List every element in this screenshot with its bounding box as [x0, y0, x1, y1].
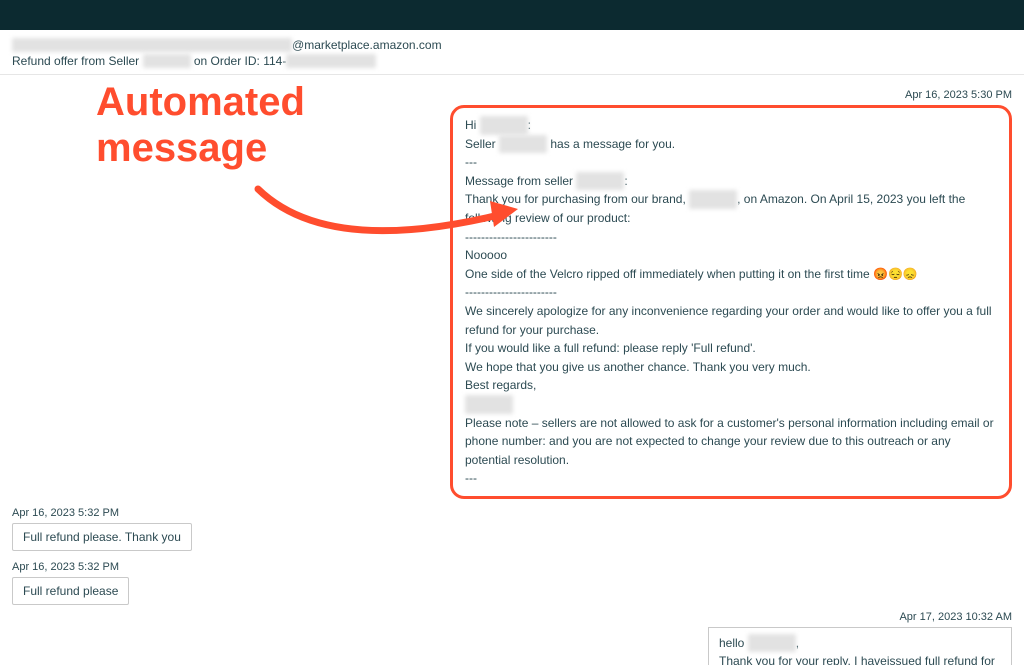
annotation-text-1: Automated — [96, 79, 436, 125]
msg1-l4a: Message from seller — [465, 174, 576, 188]
subject-prefix: Refund offer from Seller — [12, 54, 143, 68]
email-subject-line: Refund offer from Seller xxxxxxxx on Ord… — [12, 54, 1012, 68]
reply2-text: Full refund please — [23, 584, 118, 598]
app-topbar — [0, 0, 1024, 30]
msg1-l2b: has a message for you. — [547, 137, 675, 151]
sr-l2: Thank you for your reply. I haveissued f… — [719, 652, 1001, 665]
msg1-note: Please note – sellers are not allowed to… — [465, 414, 997, 470]
msg1-apology: We sincerely apologize for any inconveni… — [465, 302, 997, 339]
subject-mid: on Order ID: 114- — [191, 54, 287, 68]
sr-l1b: , — [796, 636, 799, 650]
msg1-hope: We hope that you give us another chance.… — [465, 358, 997, 377]
msg1-dash1: ----------------------- — [465, 228, 997, 247]
redacted-brand: xxxxxxxx — [689, 190, 737, 209]
redacted-sign: xxxxxxxx — [465, 395, 513, 414]
redacted-name: xxxxxxxx — [480, 116, 528, 135]
buyer-reply-2[interactable]: Full refund please — [12, 577, 129, 605]
sr-l1a: hello — [719, 636, 748, 650]
annotation-text-2: message — [96, 125, 436, 171]
redacted-order: xxxxxxxxxxxxxxx — [286, 54, 376, 68]
seller-reply-timestamp: Apr 17, 2023 10:32 AM — [12, 611, 1012, 623]
msg1-end: --- — [465, 469, 997, 488]
msg1-greeting-b: : — [528, 118, 531, 132]
message-thread: Automated message Apr 16, 2023 5:30 PM H… — [0, 75, 1024, 665]
reply1-text: Full refund please. Thank you — [23, 530, 181, 544]
automated-seller-message: Hi xxxxxxxx: Seller xxxxxxxx has a messa… — [450, 105, 1012, 499]
redacted-seller3: xxxxxxxx — [576, 172, 624, 191]
buyer-reply-1[interactable]: Full refund please. Thank you — [12, 523, 192, 551]
reply2-timestamp: Apr 16, 2023 5:32 PM — [12, 561, 1012, 573]
from-suffix: @marketplace.amazon.com — [292, 38, 442, 52]
seller-reply[interactable]: hello xxxxxxxx, Thank you for your reply… — [708, 627, 1012, 665]
msg1-review-title: Nooooo — [465, 246, 997, 265]
msg1-timestamp: Apr 16, 2023 5:30 PM — [12, 89, 1012, 101]
msg1-l5a: Thank you for purchasing from our brand, — [465, 192, 689, 206]
redacted-seller2: xxxxxxxx — [499, 135, 547, 154]
reply1-timestamp: Apr 16, 2023 5:32 PM — [12, 507, 1012, 519]
email-from-line: xxxxxxxx xxxxxxxxxxxx xxxxxxxxxxxxxxxxx … — [12, 38, 1012, 52]
redacted-seller: xxxxxxxx — [143, 54, 191, 68]
msg1-l4b: : — [624, 174, 627, 188]
msg1-regards: Best regards, — [465, 376, 997, 395]
redacted-name2: xxxxxxxx — [748, 634, 796, 653]
msg1-emojis: 😡😔😞 — [873, 267, 918, 281]
msg1-sep1: --- — [465, 153, 997, 172]
msg1-l2a: Seller — [465, 137, 499, 151]
msg1-instruct: If you would like a full refund: please … — [465, 339, 997, 358]
msg1-greeting-a: Hi — [465, 118, 480, 132]
msg1-review-body: One side of the Velcro ripped off immedi… — [465, 267, 873, 281]
redacted-sender: xxxxxxxx xxxxxxxxxxxx xxxxxxxxxxxxxxxxx … — [12, 38, 292, 52]
email-header: xxxxxxxx xxxxxxxxxxxx xxxxxxxxxxxxxxxxx … — [0, 30, 1024, 75]
msg1-dash2: ----------------------- — [465, 283, 997, 302]
